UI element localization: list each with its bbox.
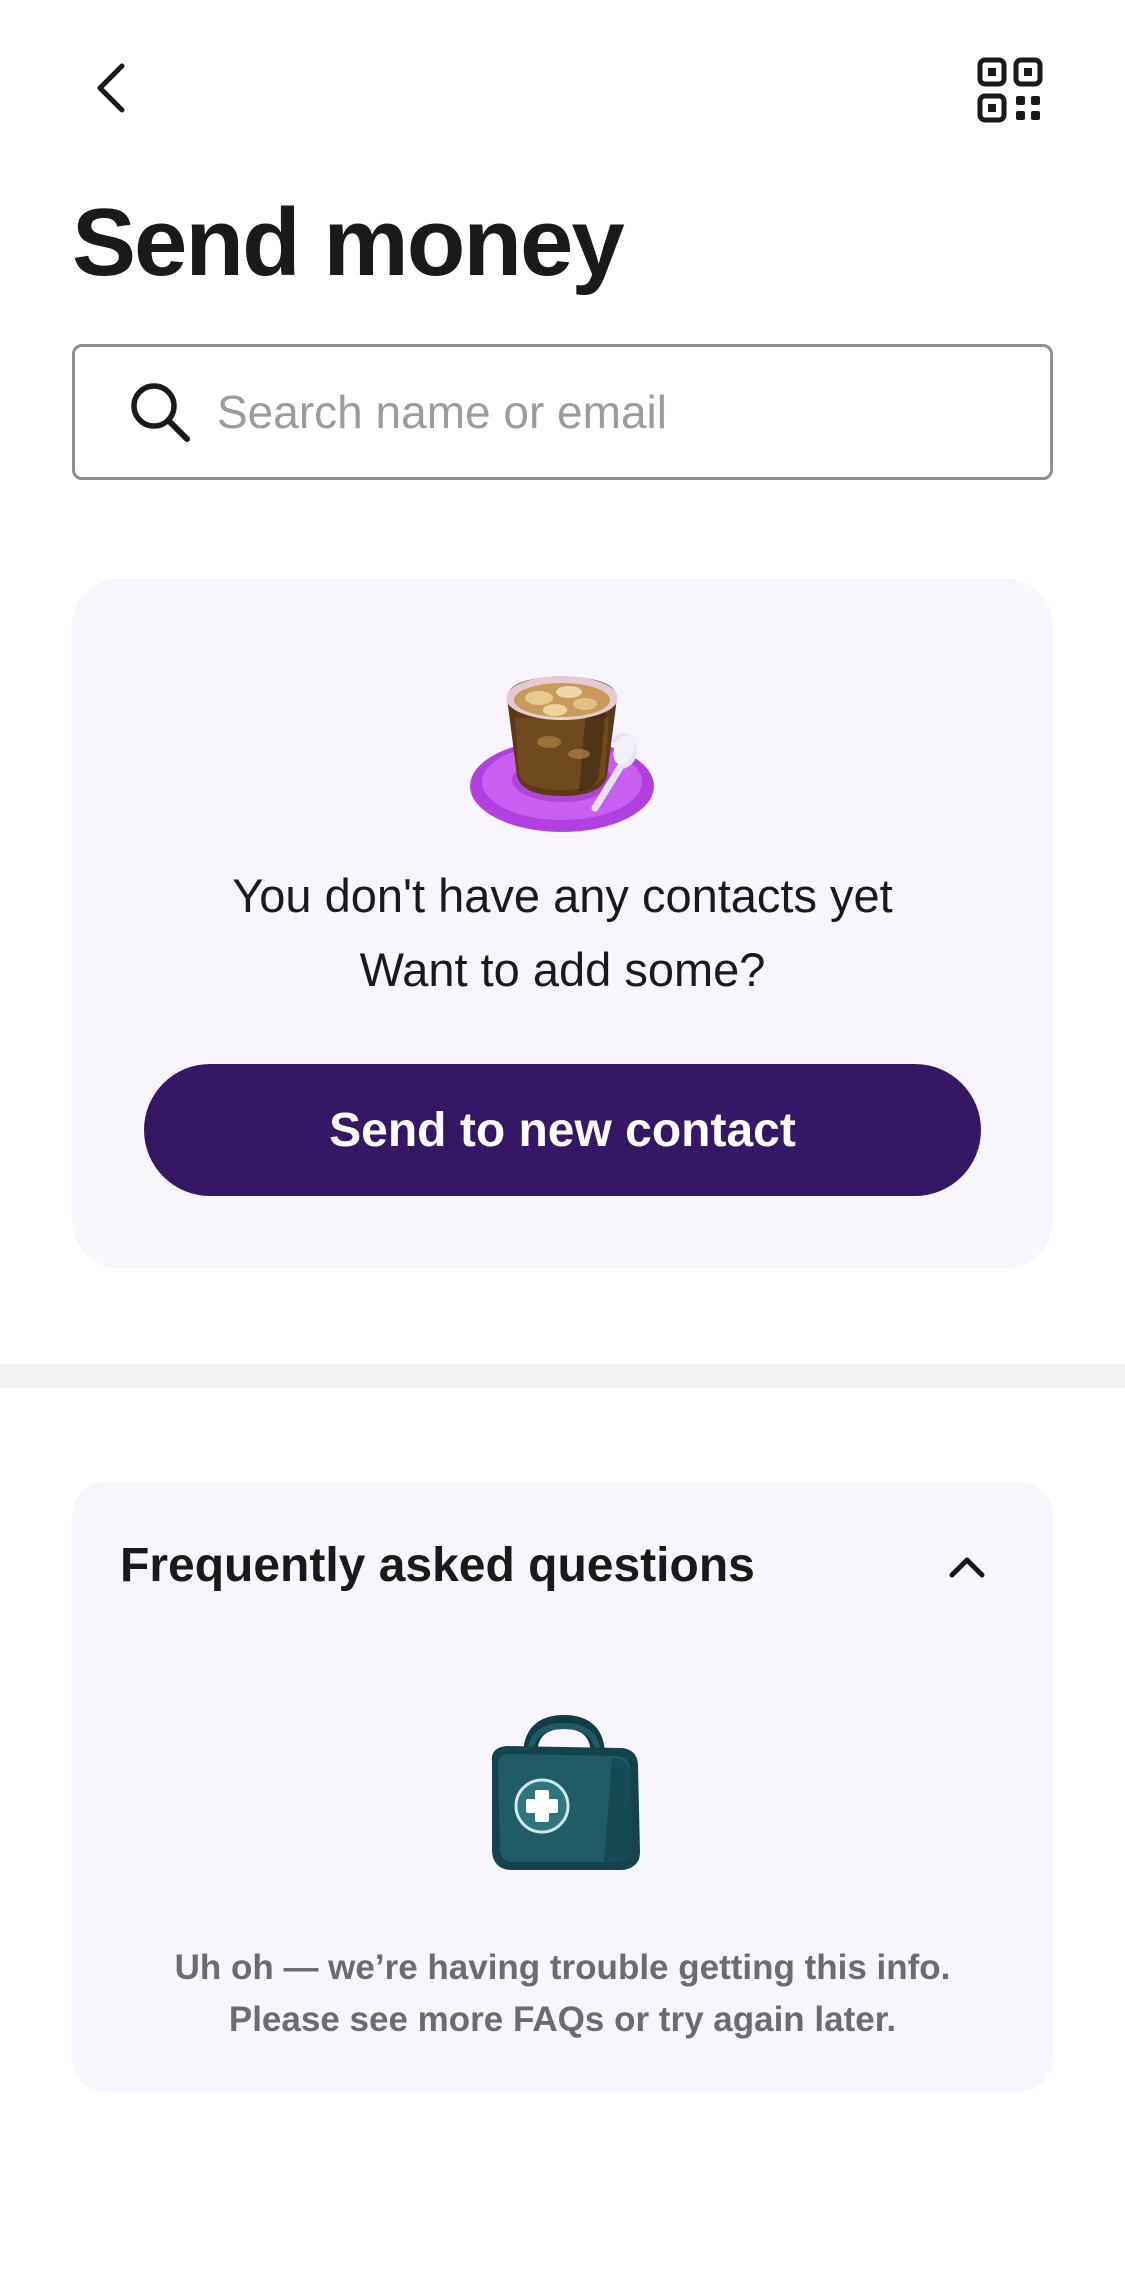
faq-error-message: Uh oh — we’re having trouble getting thi… — [174, 1948, 951, 1987]
empty-contacts-message: You don't have any contacts yet — [232, 869, 893, 922]
faq-error-hint: Please see more FAQs or try again later. — [228, 2000, 897, 2039]
back-button[interactable] — [72, 50, 148, 126]
search-icon — [125, 377, 195, 447]
coffee-cup-illustration — [467, 658, 667, 838]
faq-card: Frequently asked questions Uh oh — we’re… — [72, 1482, 1053, 2092]
add-contacts-prompt: Want to add some? — [359, 943, 766, 996]
page-title: Send money — [72, 189, 625, 296]
send-money-screen: Send money Search name or email You don'… — [0, 0, 1125, 2284]
qr-code-button[interactable] — [970, 50, 1050, 130]
first-aid-kit-illustration — [472, 1712, 652, 1882]
faq-title: Frequently asked questions — [120, 1539, 755, 1592]
section-divider — [0, 1364, 1125, 1388]
chevron-up-icon — [942, 1546, 992, 1586]
search-input[interactable] — [217, 347, 1050, 477]
send-to-new-contact-button[interactable]: Send to new contact — [144, 1064, 981, 1196]
search-field[interactable] — [72, 344, 1053, 480]
faq-toggle[interactable]: Frequently asked questions — [72, 1482, 1053, 1652]
qr-code-icon — [977, 57, 1043, 123]
chevron-left-icon — [97, 63, 125, 113]
empty-contacts-card: You don't have any contacts yet Want to … — [72, 578, 1053, 1268]
